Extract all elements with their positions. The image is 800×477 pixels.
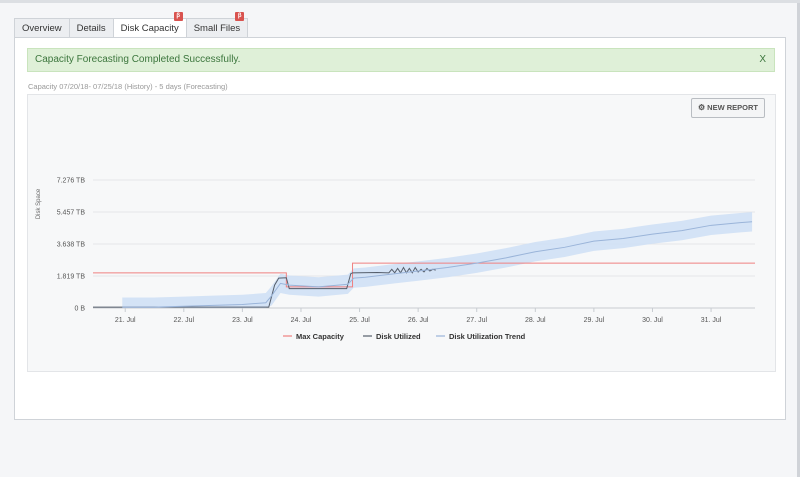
- disk-capacity-panel: Capacity Forecasting Completed Successfu…: [14, 37, 786, 420]
- new-report-button[interactable]: ⚙ NEW REPORT: [690, 98, 765, 118]
- tab-overview[interactable]: Overview: [14, 18, 69, 38]
- x-tick-label: 28. Jul: [525, 317, 546, 324]
- tab-details[interactable]: Details: [68, 18, 113, 38]
- x-tick-label: 26. Jul: [408, 317, 429, 324]
- trend-confidence-band: [122, 212, 753, 308]
- alert-message: Capacity Forecasting Completed Successfu…: [35, 54, 241, 65]
- app-frame: Overview Details Disk Capacity β Small F…: [0, 3, 800, 477]
- x-tick-label: 21. Jul: [115, 317, 136, 324]
- y-axis-label: Disk Space: [36, 188, 42, 219]
- confidence-band: [122, 212, 753, 308]
- beta-badge: β: [235, 12, 245, 21]
- x-tick-label: 24. Jul: [291, 317, 312, 324]
- x-tick-label: 22. Jul: [173, 317, 194, 324]
- legend-item[interactable]: Max Capacity: [296, 332, 345, 341]
- capacity-chart: 0 B 1.819 TB 3.638 TB 5.457 TB 7.276 TB Disk…: [36, 178, 755, 341]
- tab-disk-capacity[interactable]: Disk Capacity β: [112, 12, 186, 38]
- beta-badge: β: [173, 12, 183, 21]
- grid-lines: [93, 179, 755, 309]
- gear-icon: ⚙: [697, 103, 706, 112]
- y-tick-label: 7.276 TB: [57, 178, 86, 185]
- y-tick-label: 5.457 TB: [57, 210, 86, 217]
- y-tick-label: 0 B: [74, 306, 85, 313]
- new-report-label: NEW REPORT: [707, 103, 758, 112]
- capacity-caption: Capacity 07/20/18- 07/25/18 (History) - …: [28, 82, 228, 91]
- x-tick-label: 29. Jul: [584, 317, 605, 324]
- tab-small-files-label: Small Files: [193, 23, 241, 34]
- x-tick-label: 31. Jul: [701, 317, 722, 324]
- tab-details-label: Details: [76, 23, 106, 34]
- tab-bar: Overview Details Disk Capacity β Small F…: [14, 12, 249, 38]
- chart-legend: Max Capacity Disk Utilized Disk Utilizatio…: [283, 332, 526, 341]
- tab-small-files[interactable]: Small Files β: [185, 12, 249, 38]
- legend-item[interactable]: Disk Utilization Trend: [449, 332, 526, 341]
- chart-container: ⚙ NEW REPORT 0 B 1.819 TB 3.638 TB 5.457 TB 7…: [27, 94, 776, 372]
- tab-disk-capacity-label: Disk Capacity: [120, 23, 179, 34]
- y-tick-label: 3.638 TB: [57, 242, 86, 249]
- x-tick-label: 30. Jul: [642, 317, 663, 324]
- close-alert-button[interactable]: X: [759, 49, 766, 71]
- tab-overview-label: Overview: [22, 23, 62, 34]
- y-tick-label: 1.819 TB: [57, 274, 86, 281]
- success-alert: Capacity Forecasting Completed Successfu…: [27, 48, 775, 72]
- x-tick-label: 27. Jul: [466, 317, 487, 324]
- x-axis-ticks: 21. Jul 22. Jul 23. Jul 24. Jul 25. Jul 26. J…: [115, 308, 722, 324]
- x-tick-label: 25. Jul: [349, 317, 370, 324]
- legend-item[interactable]: Disk Utilized: [376, 332, 421, 341]
- x-tick-label: 23. Jul: [232, 317, 253, 324]
- y-axis-ticks: 0 B 1.819 TB 3.638 TB 5.457 TB 7.276 TB: [57, 178, 86, 313]
